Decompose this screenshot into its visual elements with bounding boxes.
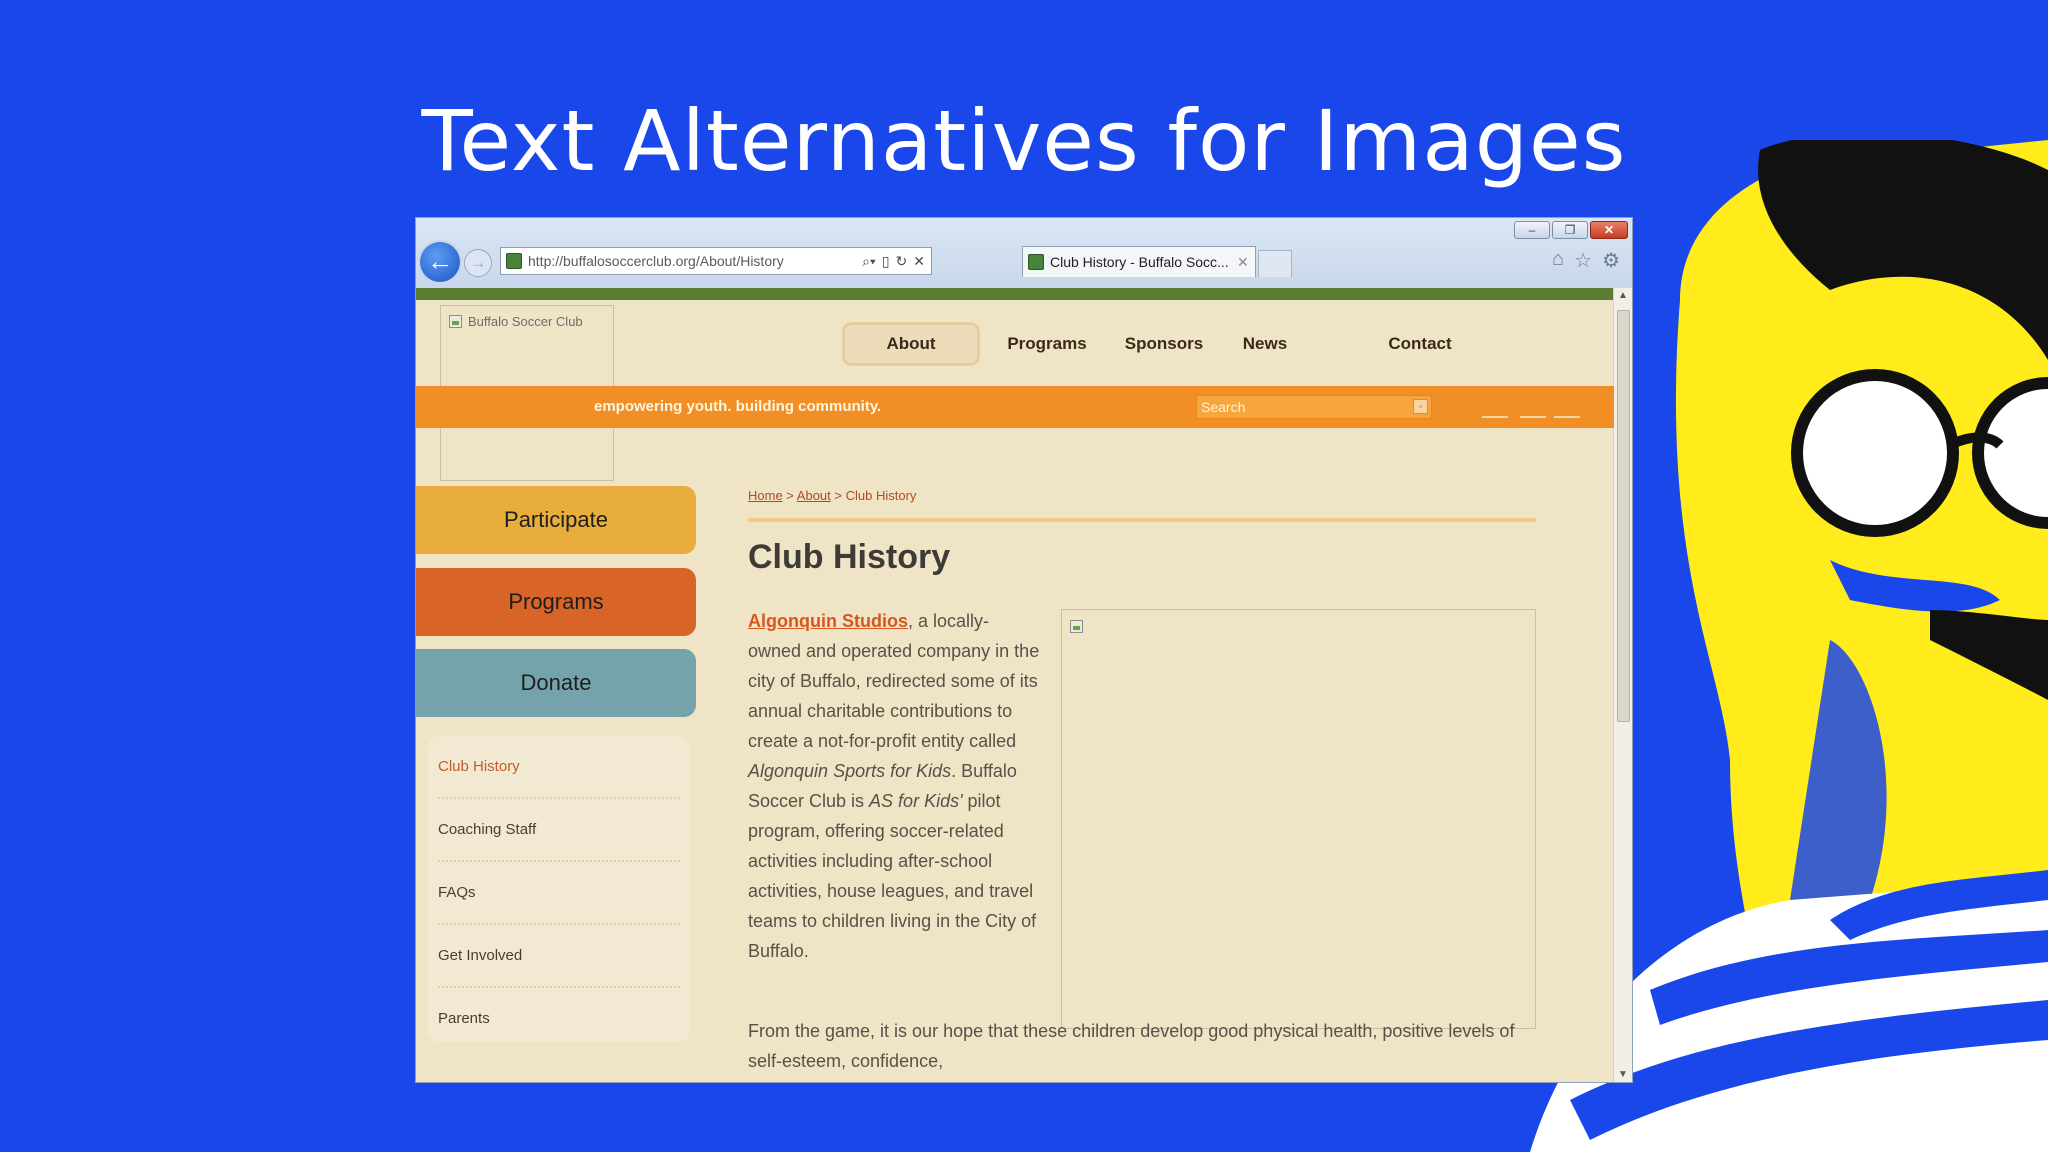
broken-image-icon xyxy=(1070,620,1083,633)
home-icon[interactable]: ⌂ xyxy=(1552,248,1564,273)
algonquin-studios-link[interactable]: Algonquin Studios xyxy=(748,611,908,631)
refresh-icon[interactable]: ↻ xyxy=(896,253,908,270)
browser-titlebar: – ❐ ✕ ← → http://buffalosoccerclub.org/A… xyxy=(416,218,1632,288)
breadcrumb-sep: > xyxy=(830,488,846,503)
site-top-bar xyxy=(416,288,1614,300)
search-icon[interactable]: ⌕▾ xyxy=(862,253,876,270)
social-link-2-icon[interactable] xyxy=(1520,398,1546,418)
body-emphasis: AS for Kids' xyxy=(869,791,963,811)
search-placeholder: Search xyxy=(1201,399,1246,415)
body-paragraph-2: From the game, it is our hope that these… xyxy=(748,1021,1515,1071)
back-arrow-icon[interactable]: ← xyxy=(420,242,460,282)
subnav-club-history[interactable]: Club History xyxy=(438,736,680,799)
subnav-faqs[interactable]: FAQs xyxy=(438,862,680,925)
browser-window: – ❐ ✕ ← → http://buffalosoccerclub.org/A… xyxy=(416,218,1632,1082)
address-bar[interactable]: http://buffalosoccerclub.org/About/Histo… xyxy=(500,247,932,275)
subnav-coaching-staff[interactable]: Coaching Staff xyxy=(438,799,680,862)
scroll-down-icon[interactable]: ▼ xyxy=(1614,1069,1632,1080)
browser-tab[interactable]: Club History - Buffalo Socc... ✕ xyxy=(1022,246,1256,277)
nav-about[interactable]: About xyxy=(842,322,980,366)
body-paragraph-1: Algonquin Studios, a locally-owned and o… xyxy=(748,606,1040,966)
main-navigation: About Programs Sponsors News Contact xyxy=(842,314,1582,372)
site-search-input[interactable]: Search ▫ xyxy=(1196,395,1432,419)
content-divider xyxy=(748,518,1536,522)
tab-favicon-icon xyxy=(1028,254,1044,270)
nav-sponsors[interactable]: Sponsors xyxy=(1114,322,1214,366)
donate-button[interactable]: Donate xyxy=(416,649,696,717)
site-favicon-icon xyxy=(506,253,522,269)
broken-image-icon xyxy=(449,315,462,328)
star-icon[interactable]: ☆ xyxy=(1574,248,1592,273)
subnav-get-involved[interactable]: Get Involved xyxy=(438,925,680,988)
address-url[interactable]: http://buffalosoccerclub.org/About/Histo… xyxy=(528,253,862,269)
content-image-placeholder xyxy=(1061,609,1536,1029)
section-subnav: Club History Coaching Staff FAQs Get Inv… xyxy=(428,736,690,1042)
restore-button[interactable]: ❐ xyxy=(1552,221,1588,239)
body-emphasis: Algonquin Sports for Kids xyxy=(748,761,952,781)
minimize-button[interactable]: – xyxy=(1514,221,1550,239)
breadcrumb-current: Club History xyxy=(845,488,917,503)
participate-button[interactable]: Participate xyxy=(416,486,696,554)
page-title: Club History xyxy=(748,538,951,576)
gear-icon[interactable]: ⚙ xyxy=(1602,248,1620,273)
logo-alt-text: Buffalo Soccer Club xyxy=(449,314,583,329)
breadcrumb: Home > About > Club History xyxy=(748,488,916,503)
new-tab-button[interactable] xyxy=(1258,250,1292,277)
vertical-scrollbar[interactable]: ▲ ▼ xyxy=(1613,288,1632,1082)
forward-arrow-icon[interactable]: → xyxy=(464,249,492,277)
scroll-up-icon[interactable]: ▲ xyxy=(1614,290,1632,301)
nav-news[interactable]: News xyxy=(1225,322,1305,366)
logo-alt-label: Buffalo Soccer Club xyxy=(468,314,583,329)
nav-programs[interactable]: Programs xyxy=(997,322,1097,366)
stop-icon[interactable]: ✕ xyxy=(913,253,925,270)
scroll-thumb[interactable] xyxy=(1617,310,1630,722)
browser-tools: ⌂ ☆ ⚙ xyxy=(1552,248,1620,273)
tab-close-icon[interactable]: ✕ xyxy=(1237,254,1255,271)
close-window-button[interactable]: ✕ xyxy=(1590,221,1628,239)
tagline-bar: empowering youth. building community. Se… xyxy=(416,386,1614,428)
nav-contact[interactable]: Contact xyxy=(1370,322,1470,366)
compat-view-icon[interactable]: ▯ xyxy=(882,253,890,270)
body-text: pilot program, offering soccer-related a… xyxy=(748,791,1037,961)
body-text: , a locally-owned and operated company i… xyxy=(748,611,1040,751)
social-link-3-icon[interactable] xyxy=(1554,398,1580,418)
social-link-1-icon[interactable] xyxy=(1482,398,1508,418)
breadcrumb-sep: > xyxy=(782,488,797,503)
breadcrumb-home[interactable]: Home xyxy=(748,488,783,503)
subnav-parents[interactable]: Parents xyxy=(438,988,680,1049)
breadcrumb-about[interactable]: About xyxy=(797,488,831,503)
programs-button[interactable]: Programs xyxy=(416,568,696,636)
tab-title[interactable]: Club History - Buffalo Socc... xyxy=(1050,254,1237,270)
window-controls: – ❐ ✕ xyxy=(1514,221,1628,239)
site-tagline: empowering youth. building community. xyxy=(594,398,882,415)
address-tools: ⌕▾ ▯ ↻ ✕ xyxy=(862,253,931,270)
search-submit-button[interactable]: ▫ xyxy=(1413,399,1428,414)
